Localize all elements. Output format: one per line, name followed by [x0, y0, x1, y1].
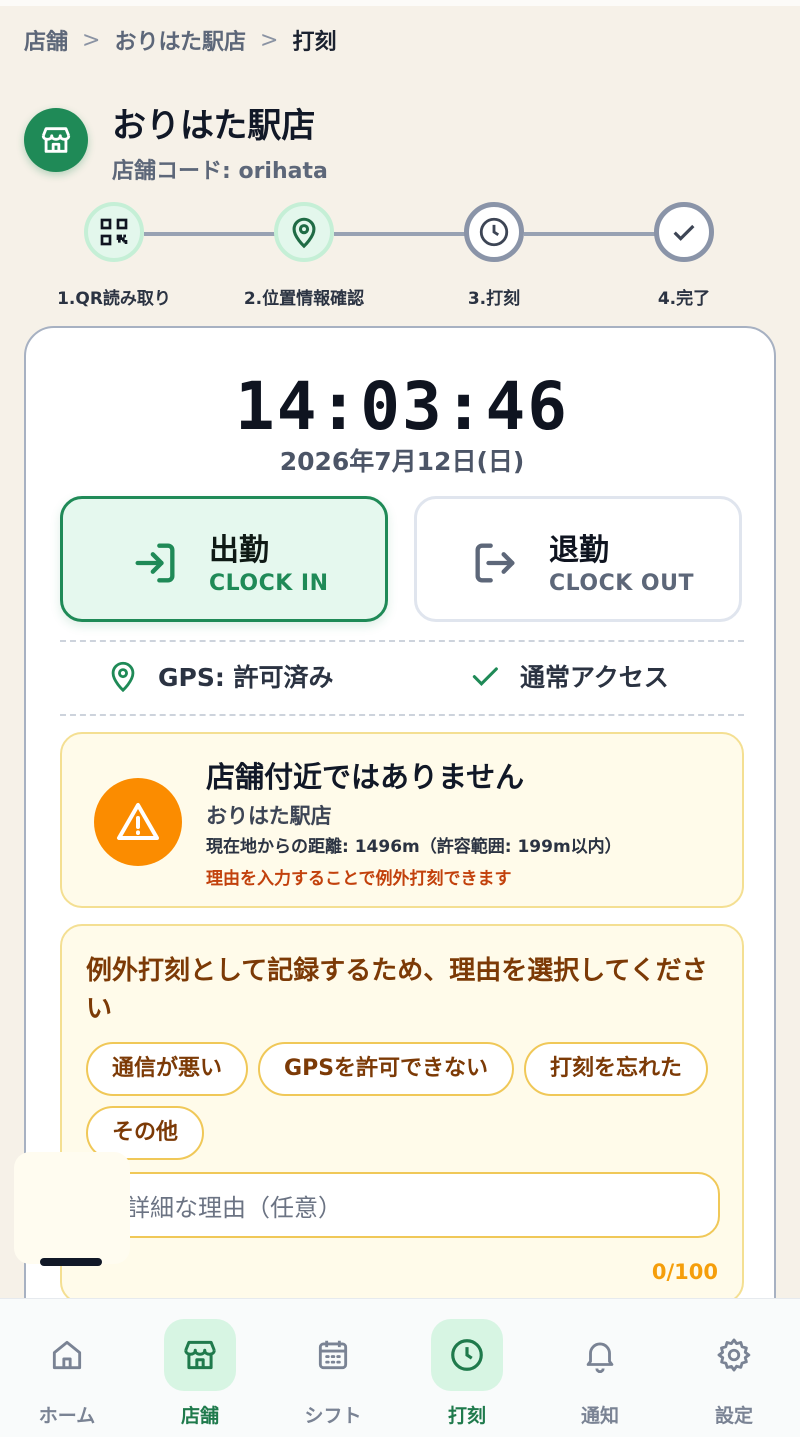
nav-label-store: 店舗 [180, 1405, 219, 1427]
reason-chip-group: 通信が悪い GPSを許可できない 打刻を忘れた その他 [86, 1042, 726, 1160]
nav-label-shift: シフト [304, 1405, 362, 1427]
nav-item-notifications[interactable]: 通知 [550, 1309, 650, 1429]
nav-item-punch[interactable]: 打刻 [417, 1309, 517, 1429]
gear-icon [717, 1338, 751, 1372]
clock-in-title: 出勤 [209, 533, 269, 568]
character-counter: 0/100 [651, 1260, 718, 1284]
step-3-circle [464, 202, 524, 262]
floating-overlay [14, 1152, 130, 1264]
clock-out-title: 退勤 [549, 533, 609, 568]
warning-hint: 理由を入力することで例外打刻できます [206, 869, 512, 889]
gps-status: GPS: 許可済み [106, 658, 334, 694]
exception-reason-panel: 例外打刻として記録するため、理由を選択してください 通信が悪い GPSを許可でき… [60, 924, 744, 1304]
chevron-right-icon: > [260, 27, 279, 53]
bottom-navigation: ホーム 店舗 シフト 打刻 通知 設定 [0, 1298, 800, 1437]
divider [60, 640, 744, 642]
check-icon [673, 224, 695, 241]
step-connector [144, 232, 276, 236]
breadcrumb-item-store[interactable]: おりはた駅店 [114, 24, 246, 56]
nav-item-store[interactable]: 店舗 [150, 1309, 250, 1429]
warning-distance: 現在地からの距離: 1496m（許容範囲: 199m以内） [206, 837, 622, 857]
step-1-circle [84, 202, 144, 262]
check-icon [472, 667, 498, 686]
clock-icon [479, 217, 509, 247]
gps-status-text: GPS: 許可済み [158, 663, 334, 692]
step-connector [334, 232, 466, 236]
step-3-label: 3.打刻 [467, 289, 521, 309]
reason-title: 例外打刻として記録するため、理由を選択してください [86, 956, 708, 1024]
punch-card: 14:03:46 2026年7月12日(日) 出勤 CLOCK IN 退勤 CL… [24, 326, 776, 1386]
reason-chip-forgot[interactable]: 打刻を忘れた [524, 1042, 709, 1096]
warning-icon-circle [94, 778, 182, 866]
step-2-circle [274, 202, 334, 262]
clock-in-button[interactable]: 出勤 CLOCK IN [60, 496, 388, 622]
breadcrumb-item-stores[interactable]: 店舗 [24, 24, 68, 56]
access-status-text: 通常アクセス [520, 663, 669, 692]
nav-label-home: ホーム [38, 1405, 96, 1427]
calendar-icon [318, 1340, 348, 1370]
status-bar-strip [0, 0, 800, 6]
clock-in-subtitle: CLOCK IN [209, 571, 329, 596]
nav-label-settings: 設定 [714, 1405, 753, 1427]
step-1-label: 1.QR読み取り [57, 289, 171, 309]
store-icon [41, 127, 71, 153]
sign-out-icon [475, 543, 515, 583]
nav-item-shift[interactable]: シフト [283, 1309, 383, 1429]
map-pin-icon [111, 661, 135, 693]
overlay-handle [40, 1258, 102, 1266]
warning-title: 店舗付近ではありません [206, 760, 525, 794]
store-avatar [24, 108, 88, 172]
progress-stepper: 1.QR読み取り 2.位置情報確認 3.打刻 4.完了 [0, 198, 800, 309]
warning-icon [117, 803, 159, 840]
reason-chip-poor-connection[interactable]: 通信が悪い [86, 1042, 249, 1096]
store-code: 店舗コード: orihata [112, 159, 328, 184]
step-2-label: 2.位置情報確認 [243, 289, 365, 309]
clock-icon [451, 1339, 483, 1371]
divider [60, 714, 744, 716]
access-status: 通常アクセス [468, 658, 669, 694]
step-connector [524, 232, 656, 236]
clock-out-subtitle: CLOCK OUT [549, 571, 695, 596]
qr-code-icon [100, 218, 128, 246]
breadcrumb: 店舗 > おりはた駅店 > 打刻 [24, 24, 336, 56]
current-time: 14:03:46 [235, 368, 569, 445]
map-pin-icon [292, 217, 316, 249]
current-date: 2026年7月12日(日) [279, 447, 525, 476]
nav-label-notifications: 通知 [580, 1405, 619, 1427]
bell-icon [586, 1342, 614, 1373]
store-icon [184, 1340, 216, 1370]
store-name: おりはた駅店 [112, 106, 316, 146]
step-4-circle [654, 202, 714, 262]
warning-store-name: おりはた駅店 [206, 804, 332, 828]
nav-item-home[interactable]: ホーム [17, 1309, 117, 1429]
reason-detail-input[interactable]: 詳細な理由（任意） [104, 1172, 720, 1238]
clock-out-button[interactable]: 退勤 CLOCK OUT [414, 496, 742, 622]
nav-item-settings[interactable]: 設定 [684, 1309, 784, 1429]
breadcrumb-current: 打刻 [292, 30, 337, 55]
reason-detail-placeholder: 詳細な理由（任意） [126, 1193, 342, 1222]
location-warning: 店舗付近ではありません おりはた駅店 現在地からの距離: 1496m（許容範囲:… [60, 732, 744, 908]
sign-in-icon [135, 543, 175, 583]
chevron-right-icon: > [82, 27, 101, 53]
nav-label-punch: 打刻 [447, 1405, 486, 1427]
home-icon [52, 1340, 82, 1370]
step-4-label: 4.完了 [657, 289, 711, 309]
reason-chip-gps-denied[interactable]: GPSを許可できない [258, 1042, 515, 1096]
